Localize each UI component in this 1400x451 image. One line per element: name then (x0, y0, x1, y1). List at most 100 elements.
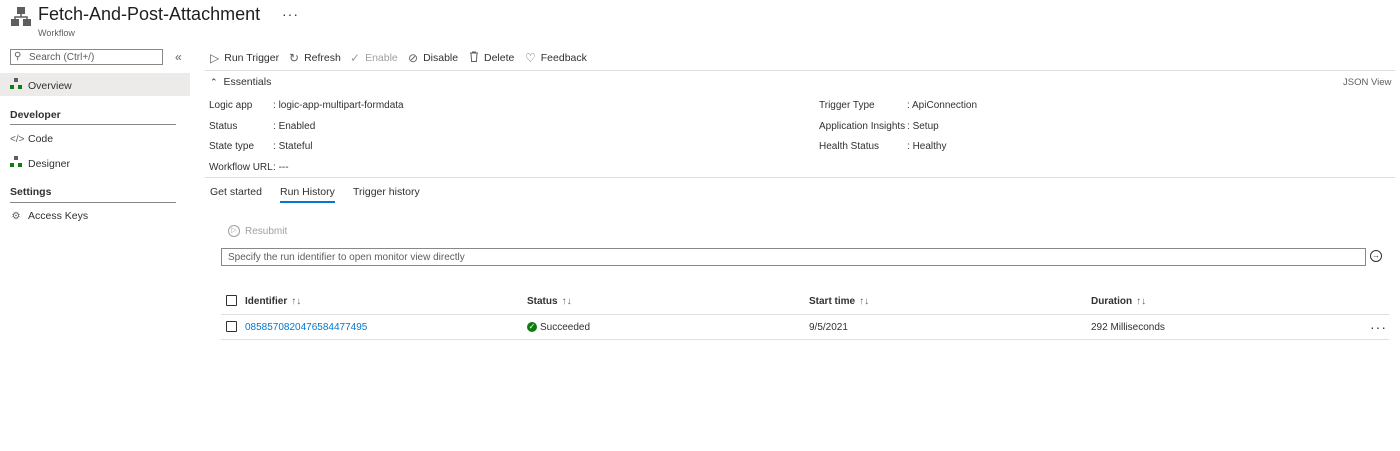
health-status-value: Healthy (912, 141, 947, 152)
app-insights-link[interactable]: Setup (913, 121, 939, 132)
trigger-type-value: ApiConnection (912, 100, 978, 111)
start-time-cell: 9/5/2021 (809, 322, 848, 333)
column-header-identifier[interactable]: Identifier ↑↓ (245, 296, 301, 307)
essentials-toggle[interactable]: ⌃ Essentials (210, 76, 271, 88)
search-icon: ⚲ (14, 51, 22, 62)
feedback-label: Feedback (540, 52, 587, 64)
sidebar-item-code[interactable]: </> Code (10, 133, 53, 145)
row-more-options-icon[interactable]: ··· (1370, 319, 1387, 335)
page-subtitle: Workflow (38, 28, 75, 38)
go-arrow-icon[interactable]: → (1370, 250, 1382, 262)
overview-icon (10, 78, 22, 93)
sort-icon: ↑↓ (1136, 296, 1147, 307)
column-label: Duration (1091, 296, 1133, 307)
logic-app-name: logic-app-multipart-formdata (278, 100, 404, 111)
row-checkbox[interactable] (226, 321, 237, 332)
run-identifier-placeholder: Specify the run identifier to open monit… (228, 252, 465, 263)
code-icon: </> (10, 133, 25, 145)
trash-icon (469, 51, 479, 65)
play-icon: ▷ (210, 51, 220, 65)
status-text: Succeeded (540, 322, 591, 333)
sort-icon: ↑↓ (561, 296, 572, 307)
run-identifier-input[interactable]: Specify the run identifier to open monit… (221, 248, 1366, 266)
tab-trigger-history[interactable]: Trigger history (353, 186, 420, 198)
table-row-divider (221, 339, 1389, 340)
table-header-divider (221, 314, 1389, 315)
essentials-label: Essentials (223, 76, 272, 88)
run-trigger-label: Run Trigger (224, 52, 280, 64)
essentials-key: Health Status (819, 141, 880, 152)
sidebar-divider (10, 202, 176, 203)
logic-app-icon (10, 6, 32, 28)
delete-label: Delete (484, 52, 515, 64)
chevron-up-icon: ⌃ (210, 77, 218, 87)
more-options-icon[interactable]: ··· (282, 6, 299, 22)
sidebar-item-access-keys[interactable]: ⚙ Access Keys (10, 210, 89, 222)
essentials-key: State type (209, 141, 255, 152)
essentials-value: : --- (273, 162, 289, 173)
designer-icon (10, 156, 22, 171)
feedback-button[interactable]: ♡ Feedback (525, 51, 587, 65)
sort-icon: ↑↓ (291, 296, 302, 307)
essentials-value: : Setup (907, 121, 939, 132)
essentials-key: Logic app (209, 100, 253, 111)
column-label: Start time (809, 296, 856, 307)
essentials-value: : logic-app-multipart-formdata (273, 100, 404, 111)
essentials-value: : Stateful (273, 141, 313, 152)
sidebar-item-label: Overview (28, 79, 72, 92)
search-placeholder: Search (Ctrl+/) (29, 52, 95, 63)
success-check-icon: ✓ (527, 322, 537, 333)
select-all-checkbox[interactable] (226, 295, 237, 306)
prohibited-icon: ⊘ (408, 51, 419, 65)
essentials-value: : Healthy (907, 141, 947, 152)
disable-button[interactable]: ⊘ Disable (408, 51, 458, 65)
essentials-key: Application Insights (819, 121, 906, 132)
checkmark-icon: ✓ (350, 51, 361, 65)
sidebar-item-label: Access Keys (28, 210, 89, 222)
resubmit-icon: ▷ (228, 225, 240, 237)
delete-button[interactable]: Delete (469, 51, 514, 65)
disable-label: Disable (423, 52, 459, 64)
run-trigger-button[interactable]: ▷ Run Trigger (210, 51, 279, 65)
essentials-value: : ApiConnection (907, 100, 978, 111)
column-header-start-time[interactable]: Start time ↑↓ (809, 296, 869, 307)
sidebar-heading-developer: Developer (10, 109, 61, 121)
tab-run-history[interactable]: Run History (280, 186, 335, 203)
sidebar-heading-settings: Settings (10, 186, 52, 198)
collapse-sidebar-icon[interactable]: « (175, 50, 182, 64)
column-label: Identifier (245, 296, 288, 307)
gear-icon: ⚙ (11, 210, 21, 222)
essentials-value: : Enabled (273, 121, 316, 132)
sort-icon: ↑↓ (859, 296, 870, 307)
search-input[interactable]: ⚲ Search (Ctrl+/) (10, 49, 163, 65)
essentials-divider (205, 177, 1395, 178)
workflow-url-value: --- (278, 162, 289, 173)
status-value: Enabled (278, 121, 316, 132)
enable-button[interactable]: ✓ Enable (350, 51, 398, 65)
tab-get-started[interactable]: Get started (210, 186, 262, 198)
duration-cell: 292 Milliseconds (1091, 322, 1165, 333)
essentials-key: Trigger Type (819, 100, 875, 111)
column-header-status[interactable]: Status ↑↓ (527, 296, 572, 307)
enable-label: Enable (365, 52, 398, 64)
resubmit-button[interactable]: ▷ Resubmit (228, 225, 287, 237)
toolbar-divider (205, 70, 1395, 71)
sidebar-item-label: Code (28, 133, 54, 145)
sidebar-item-label: Designer (28, 157, 71, 170)
essentials-key: Status (209, 121, 238, 132)
resubmit-label: Resubmit (245, 225, 288, 237)
refresh-button[interactable]: ↻ Refresh (289, 51, 341, 65)
run-identifier-link[interactable]: 08585708204765844774​95 (245, 322, 367, 333)
sidebar-divider (10, 124, 176, 125)
status-cell: ✓ Succeeded (527, 322, 590, 333)
column-header-duration[interactable]: Duration ↑↓ (1091, 296, 1146, 307)
refresh-label: Refresh (304, 52, 341, 64)
sidebar-item-overview[interactable]: Overview (0, 73, 190, 96)
state-type-value: Stateful (278, 141, 313, 152)
essentials-key: Workflow URL (209, 162, 273, 173)
page-title: Fetch-And-Post-Attachment (38, 4, 261, 24)
refresh-icon: ↻ (289, 51, 300, 65)
sidebar-item-designer[interactable]: Designer (10, 156, 70, 171)
heart-icon: ♡ (525, 51, 536, 65)
json-view-link[interactable]: JSON View (1343, 77, 1391, 88)
